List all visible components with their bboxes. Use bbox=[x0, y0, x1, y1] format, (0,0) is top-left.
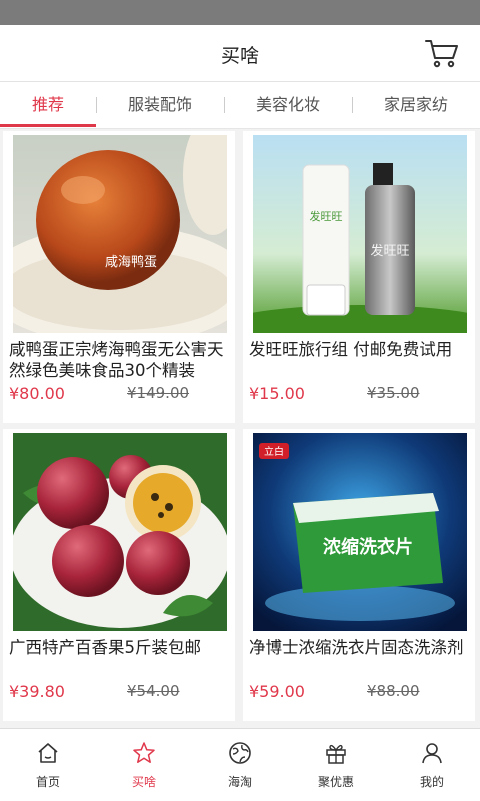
product-original-price: ¥35.00 bbox=[367, 384, 420, 402]
product-price: ¥59.00 bbox=[249, 682, 305, 701]
product-original-price: ¥54.00 bbox=[127, 682, 180, 700]
tab-beauty-makeup[interactable]: 美容化妆 bbox=[224, 82, 352, 128]
product-image-label: 立白 bbox=[264, 445, 284, 458]
home-icon bbox=[38, 743, 58, 763]
tab-clothing-accessories[interactable]: 服装配饰 bbox=[96, 82, 224, 128]
product-name[interactable]: 发旺旺旅行组 付邮免费试用 bbox=[249, 339, 473, 383]
cart-button[interactable] bbox=[424, 37, 460, 69]
page-title: 买啥 bbox=[220, 45, 259, 67]
app-header: 买啥 bbox=[0, 25, 480, 82]
nav-label: 买啥 bbox=[131, 775, 156, 789]
nav-label: 聚优惠 bbox=[317, 775, 354, 789]
star-icon bbox=[133, 742, 155, 763]
active-tab-indicator bbox=[0, 124, 96, 127]
product-card[interactable]: 咸海鸭蛋 咸鸭蛋正宗烤海鸭蛋无公害天然绿色美味食品30个精装 ¥80.00 ¥1… bbox=[3, 131, 235, 423]
product-name[interactable]: 净博士浓缩洗衣片固态洗涤剂 bbox=[249, 637, 473, 681]
globe-icon bbox=[229, 742, 251, 764]
product-image-hair-care-kit[interactable]: 发旺旺 发旺旺 bbox=[253, 135, 467, 333]
product-price: ¥80.00 bbox=[9, 384, 65, 403]
nav-label: 海淘 bbox=[227, 775, 252, 789]
bottom-navigation: 首页 买啥 海淘 聚优惠 我的 bbox=[0, 728, 480, 801]
product-original-price: ¥149.00 bbox=[127, 384, 190, 402]
nav-buy[interactable]: 买啥 bbox=[96, 729, 192, 801]
product-image-label: 浓缩洗衣片 bbox=[323, 536, 413, 558]
product-card[interactable]: 立白 浓缩洗衣片 净博士浓缩洗衣片固态洗涤剂 ¥59.00 ¥88.00 bbox=[243, 429, 475, 721]
image-caption: 咸海鸭蛋 bbox=[105, 255, 158, 270]
product-price: ¥39.80 bbox=[9, 682, 65, 701]
nav-label: 我的 bbox=[419, 775, 444, 789]
product-image-salted-duck-egg[interactable]: 咸海鸭蛋 bbox=[13, 135, 227, 333]
gift-icon bbox=[326, 744, 346, 764]
nav-haitao[interactable]: 海淘 bbox=[192, 729, 288, 801]
product-image-laundry-sheets[interactable]: 立白 浓缩洗衣片 bbox=[253, 433, 467, 631]
nav-deals[interactable]: 聚优惠 bbox=[288, 729, 384, 801]
product-original-price: ¥88.00 bbox=[367, 682, 420, 700]
tab-home-textiles[interactable]: 家居家纺 bbox=[352, 82, 480, 128]
product-image-label: 发旺旺 bbox=[370, 243, 409, 259]
product-image-passion-fruit[interactable] bbox=[13, 433, 227, 631]
user-icon bbox=[422, 743, 442, 764]
cart-icon bbox=[425, 40, 458, 68]
product-name[interactable]: 咸鸭蛋正宗烤海鸭蛋无公害天然绿色美味食品30个精装 bbox=[9, 339, 233, 383]
nav-mine[interactable]: 我的 bbox=[384, 729, 480, 801]
category-tabs: 推荐 服装配饰 美容化妆 家居家纺 bbox=[0, 82, 480, 129]
product-card[interactable]: 广西特产百香果5斤装包邮 ¥39.80 ¥54.00 bbox=[3, 429, 235, 721]
status-bar bbox=[0, 0, 480, 25]
product-name[interactable]: 广西特产百香果5斤装包邮 bbox=[9, 637, 233, 681]
product-card[interactable]: 发旺旺 发旺旺 发旺旺旅行组 付邮免费试用 ¥15.00 ¥35.00 bbox=[243, 131, 475, 423]
nav-home[interactable]: 首页 bbox=[0, 729, 96, 801]
nav-label: 首页 bbox=[35, 775, 60, 789]
product-image-label: 发旺旺 bbox=[310, 209, 343, 223]
product-price: ¥15.00 bbox=[249, 384, 305, 403]
